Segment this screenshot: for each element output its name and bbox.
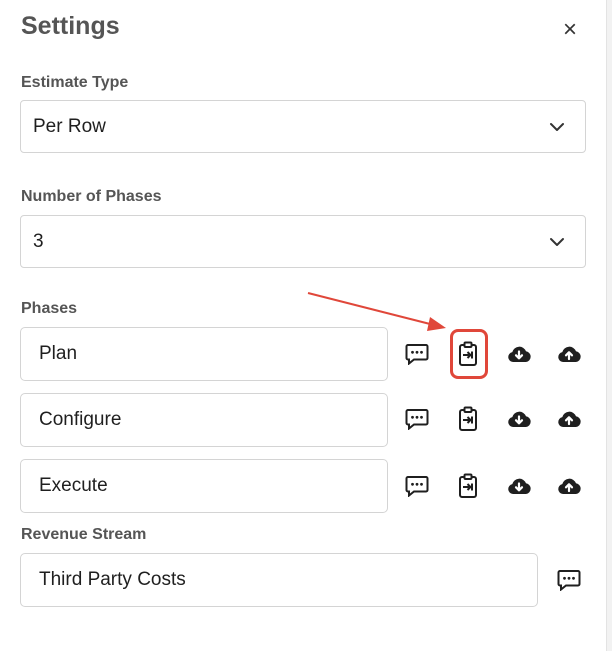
phase-name-input[interactable]: Configure [20,393,388,447]
cloud-download-icon[interactable] [506,341,532,367]
cloud-download-icon[interactable] [506,473,532,499]
close-button[interactable]: × [556,16,584,44]
revenue-stream-input[interactable]: Third Party Costs [20,553,538,607]
cloud-download-icon[interactable] [506,406,532,432]
cloud-upload-icon[interactable] [556,341,582,367]
estimate-type-value: Per Row [33,115,106,137]
comment-icon[interactable] [404,341,430,367]
estimate-type-label: Estimate Type [21,74,129,91]
comment-icon[interactable] [556,567,582,593]
phase-name-value: Configure [39,409,122,430]
clipboard-import-icon[interactable] [455,473,481,499]
cloud-upload-icon[interactable] [556,406,582,432]
comment-icon[interactable] [404,473,430,499]
number-of-phases-value: 3 [33,230,44,252]
close-icon: × [562,16,577,43]
number-of-phases-select[interactable]: 3 [20,215,586,268]
phase-name-input[interactable]: Plan [20,327,388,381]
cloud-upload-icon[interactable] [556,473,582,499]
phase-name-value: Plan [39,343,78,364]
scroll-edge [606,0,612,651]
annotation-highlight-box [450,329,488,379]
chevron-down-icon [549,237,565,247]
comment-icon[interactable] [404,406,430,432]
revenue-stream-label: Revenue Stream [21,526,147,543]
estimate-type-select[interactable]: Per Row [20,100,586,153]
settings-panel: Settings × Estimate Type Per Row Number … [0,0,600,651]
panel-title: Settings [21,12,120,40]
clipboard-import-icon[interactable] [455,406,481,432]
phase-name-value: Execute [39,475,108,496]
phase-name-input[interactable]: Execute [20,459,388,513]
number-of-phases-label: Number of Phases [21,188,162,205]
phases-label: Phases [21,300,78,317]
chevron-down-icon [549,122,565,132]
revenue-stream-value: Third Party Costs [39,569,186,590]
